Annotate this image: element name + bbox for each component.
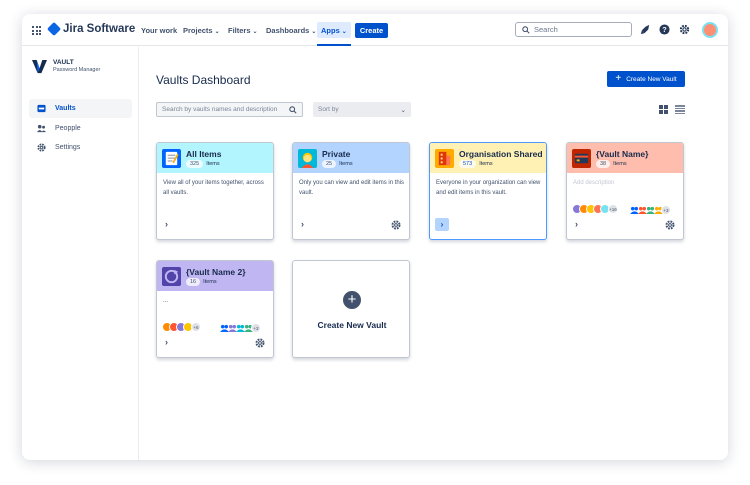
vault-card-private[interactable]: Private 25 Items Only you can view and ed… — [292, 142, 410, 240]
more-groups-count: +3 — [251, 323, 261, 333]
chevron-down-icon: ⌄ — [341, 29, 347, 35]
create-new-vault-label: Create New Vault — [317, 320, 387, 330]
sidebar-item-vaults[interactable]: Vaults — [29, 99, 132, 118]
gear-icon[interactable] — [391, 220, 401, 230]
vault-name: Organisation Shared — [459, 148, 543, 159]
chevron-down-icon: ⌄ — [311, 29, 317, 35]
group-avatars[interactable]: +3 — [220, 323, 261, 333]
vault-search-input[interactable]: Search by vaults names and description — [156, 102, 303, 117]
sidebar-item-label: Peopple — [55, 125, 81, 132]
card-wallet-icon — [572, 148, 591, 168]
sidebar-item-people[interactable]: Peopple — [29, 119, 132, 138]
main-content: Vaults Dashboard + Create New Vault Searc… — [140, 47, 728, 460]
user-avatar[interactable] — [702, 22, 718, 38]
more-avatars-count: +6 — [191, 322, 201, 332]
vault-brand: VAULT Password Manager — [32, 59, 100, 74]
notes-icon — [162, 148, 181, 168]
chevron-right-icon[interactable]: › — [165, 337, 168, 347]
plus-icon: + — [615, 73, 622, 84]
more-avatars-count: +16 — [608, 204, 618, 214]
plus-circle-icon: + — [343, 291, 361, 309]
vault-name: {Vault Name} — [596, 148, 649, 159]
item-count-badge: 38 — [596, 159, 611, 168]
nav-dashboards[interactable]: Dashboards ⌄ — [266, 26, 316, 35]
vault-card-header: Private 25 Items — [293, 143, 409, 173]
help-icon[interactable]: ? — [659, 24, 670, 35]
vault-card-header: Organisation Shared 573 Items — [430, 143, 546, 173]
sidebar-item-settings[interactable]: Settings — [29, 138, 132, 157]
svg-text:?: ? — [662, 25, 667, 34]
create-new-vault-card[interactable]: + Create New Vault — [292, 260, 410, 358]
gear-icon[interactable] — [665, 220, 675, 230]
settings-gear-icon[interactable] — [679, 24, 690, 35]
logo-text: Jira Software — [63, 23, 136, 35]
sidebar-item-label: Settings — [55, 144, 81, 151]
member-avatars[interactable]: +16 — [572, 204, 618, 214]
top-navigation: Jira Software Your work Projects ⌄ Filter… — [22, 14, 728, 46]
group-avatars[interactable]: +3 — [630, 205, 671, 215]
search-icon — [289, 105, 297, 114]
chevron-down-icon: ⌄ — [400, 106, 406, 114]
chevron-right-icon[interactable]: › — [575, 219, 578, 229]
nav-your-work[interactable]: Your work — [141, 26, 177, 35]
sidebar: VAULT Password Manager Vaults Peopple Se… — [22, 47, 139, 460]
more-groups-count: +3 — [661, 205, 671, 215]
notifications-rocket-icon[interactable] — [640, 24, 651, 35]
global-search-input[interactable]: Search — [515, 22, 632, 37]
vault-card-header: All Items 325 Items — [157, 143, 273, 173]
vault-name: Private — [322, 148, 351, 159]
vault-description: View all of your items together, across … — [163, 180, 264, 196]
member-avatars[interactable]: +6 — [162, 322, 201, 332]
chevron-down-icon: ⌄ — [214, 29, 220, 35]
search-icon — [522, 25, 530, 34]
chevron-down-icon: ⌄ — [252, 29, 258, 35]
vault-card-header: {Vault Name} 38 Items — [567, 143, 683, 173]
item-count-badge: 25 — [322, 159, 337, 168]
vault-name: {Vault Name 2} — [186, 266, 246, 277]
create-new-vault-button[interactable]: + Create New Vault — [607, 71, 685, 87]
nav-apps[interactable]: Apps ⌄ — [317, 22, 351, 46]
vault-card-organisation-shared[interactable]: Organisation Shared 573 Items Everyone in… — [429, 142, 547, 240]
vault-card-vault-name[interactable]: {Vault Name} 38 Items Add description +16… — [566, 142, 684, 240]
brand-subtitle: Password Manager — [53, 67, 101, 73]
chevron-right-icon[interactable]: › — [165, 219, 168, 229]
item-count-badge: 573 — [459, 159, 477, 168]
vault-name: All Items — [186, 148, 222, 159]
vault-description: Everyone in your organization can view a… — [436, 180, 541, 196]
list-view-icon[interactable] — [675, 105, 685, 114]
grid-view-icon[interactable] — [659, 105, 668, 114]
chevron-right-icon[interactable]: › — [435, 218, 449, 231]
vault-card-header: {Vault Name 2} 16 Items — [157, 261, 273, 291]
item-count-badge: 325 — [186, 159, 204, 168]
vault-description: Only you can view and edit items in this… — [299, 180, 405, 196]
sync-icon — [162, 266, 181, 286]
sort-by-select[interactable]: Sort by ⌄ — [313, 102, 411, 117]
vault-icon — [37, 104, 46, 113]
nav-projects[interactable]: Projects ⌄ — [183, 26, 220, 35]
organisation-icon — [435, 148, 454, 168]
vault-card-vault-name-2[interactable]: {Vault Name 2} 16 Items ... +6 +3 › — [156, 260, 274, 358]
sidebar-item-label: Vaults — [55, 105, 76, 112]
gear-icon[interactable] — [255, 338, 265, 348]
chevron-right-icon[interactable]: › — [301, 219, 304, 229]
page-title: Vaults Dashboard — [156, 73, 251, 87]
vault-logo-icon — [32, 59, 47, 74]
item-count-badge: 16 — [186, 277, 201, 286]
gear-icon — [37, 143, 46, 152]
jira-logo[interactable]: Jira Software — [46, 21, 136, 37]
jira-logo-icon — [46, 21, 62, 37]
create-button[interactable]: Create — [355, 23, 388, 38]
vault-card-all-items[interactable]: All Items 325 Items View all of your item… — [156, 142, 274, 240]
vault-description: Add description — [573, 180, 615, 186]
private-user-icon — [298, 148, 317, 168]
app-switcher-icon[interactable] — [32, 26, 41, 35]
app-window: Jira Software Your work Projects ⌄ Filter… — [22, 14, 728, 460]
vault-description: ... — [163, 298, 169, 304]
people-icon — [37, 124, 46, 133]
brand-name: VAULT — [53, 59, 74, 66]
nav-filters[interactable]: Filters ⌄ — [228, 26, 258, 35]
